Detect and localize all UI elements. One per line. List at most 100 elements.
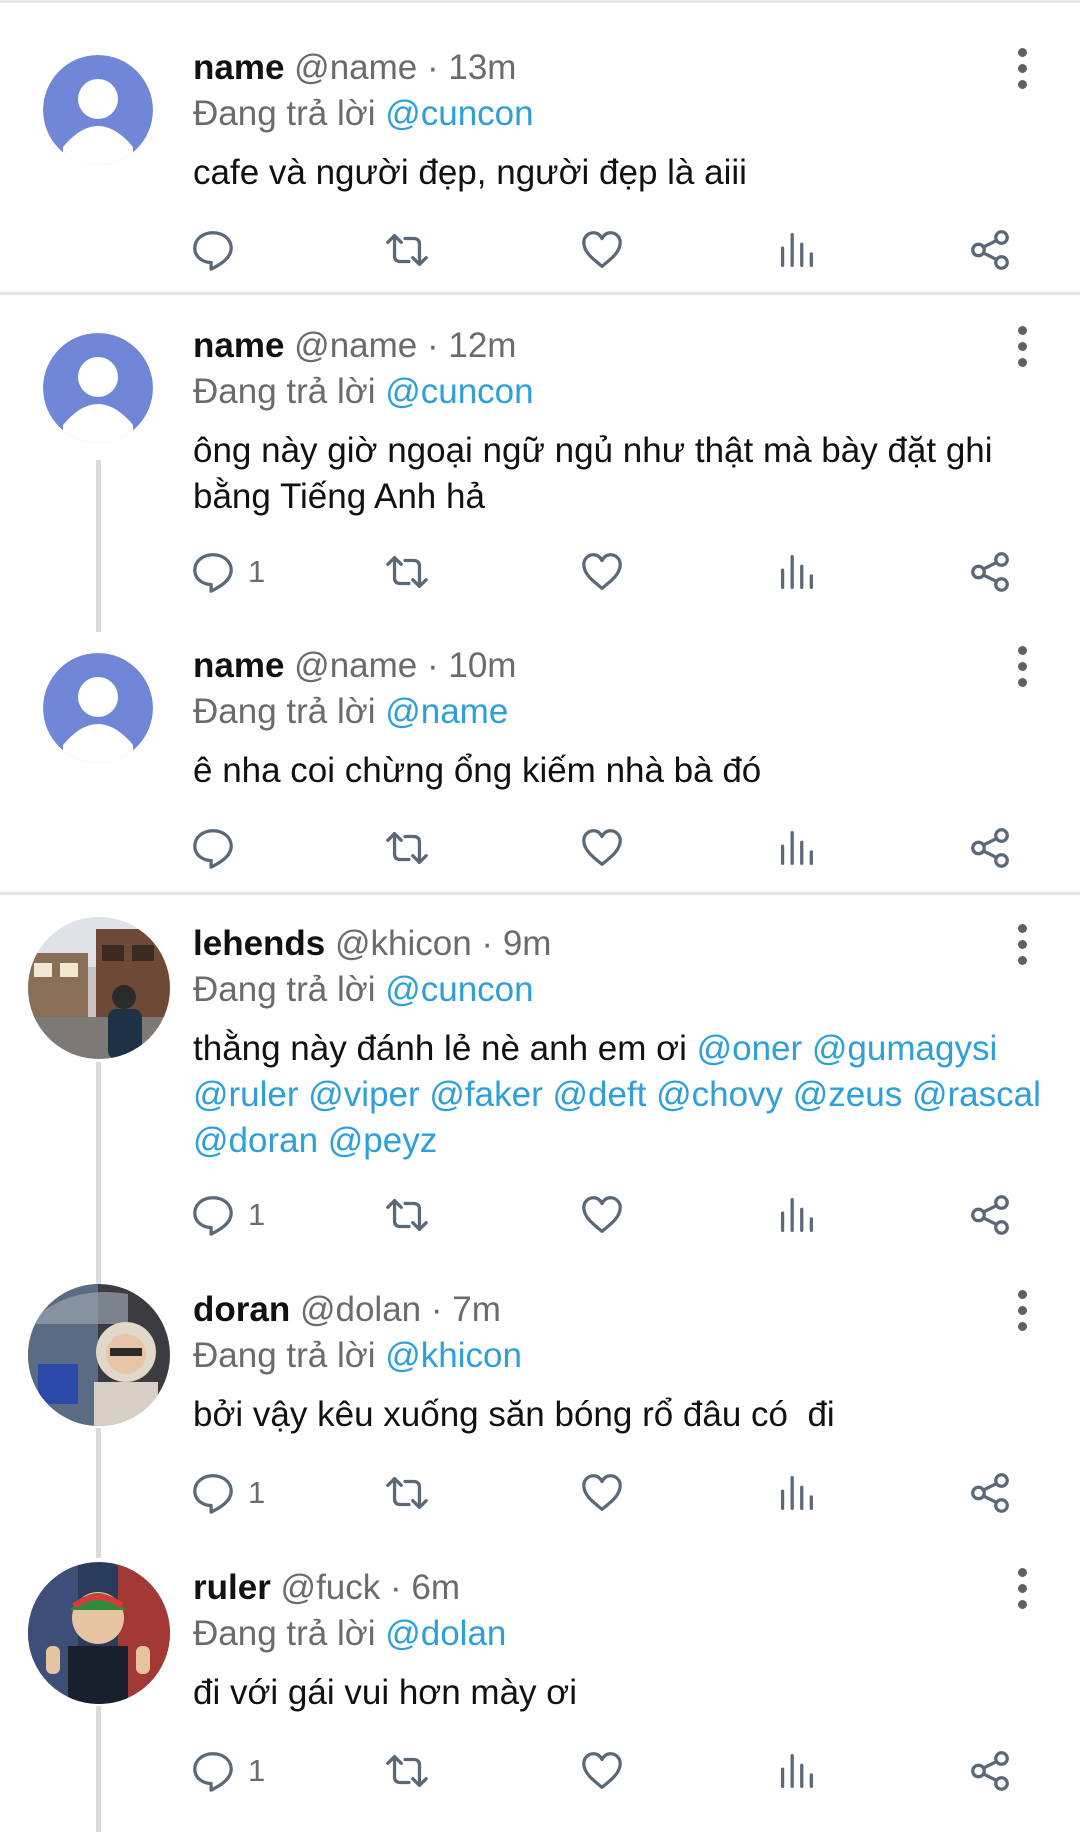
- tweet-header: lehends @khicon · 9m: [193, 926, 551, 961]
- reply-count: 1: [248, 1197, 266, 1232]
- more-options-icon[interactable]: [1012, 326, 1032, 370]
- like-button[interactable]: [579, 1746, 625, 1796]
- retweet-button[interactable]: [384, 225, 430, 275]
- replying-to: Đang trả lời @cuncon: [193, 96, 534, 131]
- action-bar: [0, 823, 1080, 873]
- like-icon: [582, 231, 622, 268]
- timestamp[interactable]: 13m: [448, 48, 516, 87]
- replying-to: Đang trả lời @cuncon: [193, 972, 534, 1007]
- profile-photo: [28, 1284, 170, 1426]
- reply-button[interactable]: [190, 225, 248, 275]
- views-button[interactable]: [773, 225, 819, 275]
- replying-to-label: Đang trả lời: [193, 1614, 386, 1653]
- user-handle[interactable]: @name: [294, 48, 417, 87]
- views-icon: [780, 555, 813, 589]
- display-name[interactable]: ruler: [193, 1568, 271, 1607]
- top-divider: [0, 0, 1080, 3]
- avatar[interactable]: [28, 917, 170, 1059]
- retweet-button[interactable]: [384, 1746, 430, 1796]
- user-handle[interactable]: @name: [294, 326, 417, 365]
- replying-to-label: Đang trả lời: [193, 970, 386, 1009]
- views-button[interactable]: [773, 823, 819, 873]
- tweet-text-content: thằng này đánh lẻ nè anh em ơi: [193, 1029, 697, 1068]
- avatar[interactable]: [43, 653, 153, 763]
- timestamp[interactable]: 6m: [411, 1568, 460, 1607]
- more-options-icon[interactable]: [1012, 1568, 1032, 1612]
- reply-icon: [193, 1474, 233, 1514]
- like-button[interactable]: [579, 823, 625, 873]
- share-icon: [971, 552, 1009, 592]
- display-name[interactable]: name: [193, 646, 284, 685]
- timestamp[interactable]: 9m: [503, 924, 552, 963]
- avatar[interactable]: [28, 1562, 170, 1704]
- mention-link[interactable]: @cuncon: [385, 970, 533, 1009]
- user-handle[interactable]: @fuck: [281, 1568, 381, 1607]
- mention-link[interactable]: @khicon: [385, 1336, 522, 1375]
- like-icon: [582, 1196, 622, 1233]
- share-button[interactable]: [967, 225, 1013, 275]
- reply-count: 1: [248, 1753, 266, 1788]
- action-bar: 1: [0, 1190, 1080, 1240]
- reply-button[interactable]: [190, 823, 248, 873]
- display-name[interactable]: name: [193, 48, 284, 87]
- profile-photo: [28, 917, 170, 1059]
- share-button[interactable]: [967, 547, 1013, 597]
- retweet-button[interactable]: [384, 1190, 430, 1240]
- user-handle[interactable]: @name: [294, 646, 417, 685]
- share-button[interactable]: [967, 1190, 1013, 1240]
- display-name[interactable]: name: [193, 326, 284, 365]
- reply-icon: [193, 553, 233, 593]
- divider: [0, 292, 1080, 295]
- timestamp[interactable]: 12m: [448, 326, 516, 365]
- separator-dot: ·: [417, 326, 449, 365]
- like-button[interactable]: [579, 225, 625, 275]
- action-bar: 1: [0, 547, 1080, 597]
- mention-link[interactable]: @dolan: [385, 1614, 506, 1653]
- more-options-icon[interactable]: [1012, 646, 1032, 690]
- like-button[interactable]: [579, 1190, 625, 1240]
- reply-button[interactable]: 1: [190, 547, 265, 597]
- more-options-icon[interactable]: [1012, 1290, 1032, 1334]
- reply-button[interactable]: 1: [190, 1190, 265, 1240]
- more-options-icon[interactable]: [1012, 48, 1032, 92]
- user-handle[interactable]: @dolan: [300, 1290, 421, 1329]
- like-button[interactable]: [579, 547, 625, 597]
- timestamp[interactable]: 10m: [448, 646, 516, 685]
- retweet-icon: [386, 233, 428, 267]
- tweet-header: ruler @fuck · 6m: [193, 1570, 460, 1605]
- display-name[interactable]: doran: [193, 1290, 290, 1329]
- views-icon: [780, 233, 813, 267]
- reply-button[interactable]: 1: [190, 1468, 265, 1518]
- like-icon: [582, 829, 622, 866]
- timestamp[interactable]: 7m: [452, 1290, 501, 1329]
- share-icon: [971, 1473, 1009, 1513]
- user-handle[interactable]: @khicon: [335, 924, 472, 963]
- display-name[interactable]: lehends: [193, 924, 325, 963]
- retweet-button[interactable]: [384, 1468, 430, 1518]
- profile-photo: [28, 1562, 170, 1704]
- share-button[interactable]: [967, 1746, 1013, 1796]
- like-button[interactable]: [579, 1468, 625, 1518]
- replying-to-label: Đang trả lời: [193, 692, 386, 731]
- mention-link[interactable]: @cuncon: [385, 94, 533, 133]
- views-button[interactable]: [773, 1190, 819, 1240]
- divider: [0, 892, 1080, 895]
- reply-button[interactable]: 1: [190, 1746, 265, 1796]
- views-button[interactable]: [773, 1746, 819, 1796]
- share-button[interactable]: [967, 1468, 1013, 1518]
- thread-line: [96, 460, 101, 632]
- mention-link[interactable]: @cuncon: [385, 372, 533, 411]
- share-button[interactable]: [967, 823, 1013, 873]
- more-options-icon[interactable]: [1012, 924, 1032, 968]
- retweet-button[interactable]: [384, 823, 430, 873]
- avatar[interactable]: [43, 55, 153, 165]
- views-button[interactable]: [773, 547, 819, 597]
- retweet-button[interactable]: [384, 547, 430, 597]
- views-button[interactable]: [773, 1468, 819, 1518]
- separator-dot: ·: [471, 924, 503, 963]
- avatar[interactable]: [43, 333, 153, 443]
- replying-to-label: Đang trả lời: [193, 372, 386, 411]
- mention-link[interactable]: @name: [385, 692, 508, 731]
- avatar[interactable]: [28, 1284, 170, 1426]
- like-icon: [582, 1474, 622, 1511]
